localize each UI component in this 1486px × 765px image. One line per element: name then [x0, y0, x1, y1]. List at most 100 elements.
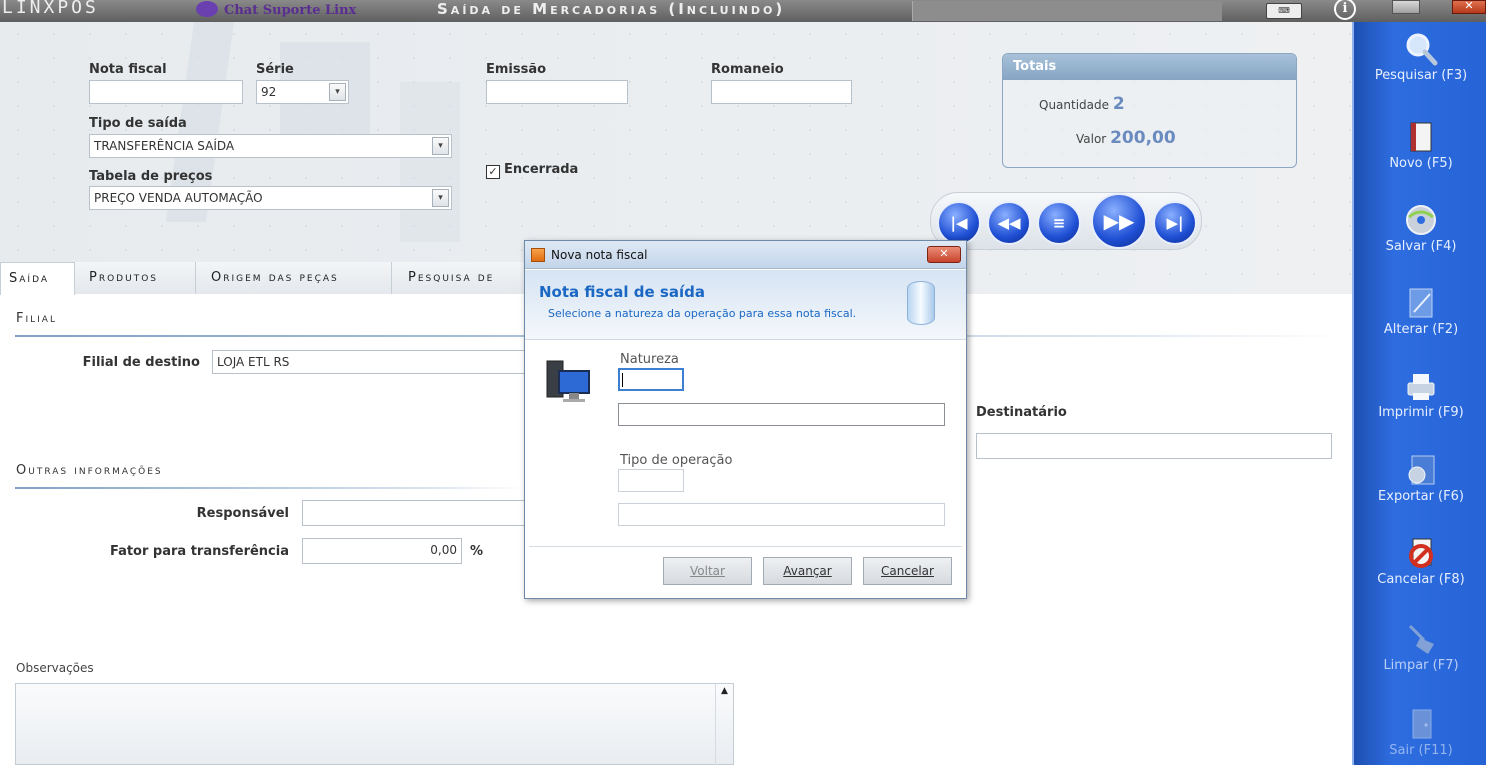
salvar-button[interactable]: Salvar (F4): [1354, 203, 1486, 254]
window-title: Saída de Mercadorias (Incluindo): [437, 0, 786, 18]
natureza-label: Natureza: [620, 352, 679, 367]
outras-divider: [15, 487, 525, 489]
filial-destino-input[interactable]: LOJA ETL RS: [212, 350, 526, 374]
chevron-down-icon[interactable]: ▾: [432, 189, 449, 207]
dialog-heading: Nota fiscal de saída: [539, 283, 705, 301]
natureza-description-input[interactable]: [618, 403, 945, 426]
nota-fiscal-input[interactable]: [89, 80, 243, 104]
destinatario-input[interactable]: [976, 433, 1332, 459]
tabela-precos-select[interactable]: PREÇO VENDA AUTOMAÇÃO ▾: [89, 186, 452, 210]
limpar-button[interactable]: Limpar (F7): [1354, 622, 1486, 673]
pesquisar-label: Pesquisar (F3): [1374, 68, 1468, 83]
sair-button[interactable]: Sair (F11): [1354, 707, 1486, 758]
previous-record-icon[interactable]: ◀◀: [987, 201, 1031, 245]
broom-icon: [1408, 624, 1434, 654]
quantidade-label: Quantidade: [1039, 98, 1110, 112]
filial-section-title: Filial: [16, 311, 57, 326]
checkbox-checked-icon[interactable]: ✓: [486, 165, 500, 179]
tab-pesquisa[interactable]: Pesquisa de: [392, 262, 530, 294]
tabela-precos-value: PREÇO VENDA AUTOMAÇÃO: [94, 191, 263, 205]
close-window-button[interactable]: ✕: [1452, 0, 1486, 14]
valor-label: Valor: [1076, 132, 1107, 146]
imprimir-button[interactable]: Imprimir (F9): [1354, 369, 1486, 420]
limpar-label: Limpar (F7): [1383, 658, 1459, 673]
salvar-label: Salvar (F4): [1385, 239, 1457, 254]
edit-icon: [1409, 288, 1433, 318]
nova-nota-fiscal-dialog: Nova nota fiscal ✕ Nota fiscal de saída …: [524, 240, 967, 599]
tab-produtos[interactable]: Produtos: [75, 262, 196, 294]
observacoes-textarea[interactable]: ▲: [15, 683, 734, 765]
emissao-label: Emissão: [486, 62, 547, 77]
tipo-operacao-label: Tipo de operação: [620, 453, 733, 468]
voltar-button[interactable]: Voltar: [663, 557, 752, 585]
encerrada-checkbox[interactable]: ✓ Encerrada: [486, 162, 578, 179]
dialog-close-button[interactable]: ✕: [927, 246, 961, 263]
emissao-input[interactable]: [486, 80, 628, 104]
alterar-button[interactable]: Alterar (F2): [1354, 286, 1486, 337]
serie-value: 92: [261, 85, 277, 99]
natureza-code-input[interactable]: [618, 368, 684, 391]
export-icon: [1408, 455, 1435, 485]
tipo-operacao-code-input[interactable]: [618, 469, 684, 492]
tipo-saida-value: TRANSFERÊNCIA SAÍDA: [94, 139, 235, 153]
cancelar-button[interactable]: Cancelar (F8): [1354, 536, 1486, 587]
pesquisar-button[interactable]: Pesquisar (F3): [1354, 32, 1486, 83]
alterar-label: Alterar (F2): [1383, 322, 1459, 337]
fator-unit: %: [470, 544, 484, 559]
disc-save-icon: [1406, 205, 1436, 235]
fator-transferencia-input[interactable]: 0,00: [302, 538, 462, 564]
tabela-precos-label: Tabela de preços: [89, 169, 213, 184]
romaneio-label: Romaneio: [711, 62, 784, 77]
outras-section-title: Outras informações: [16, 463, 163, 478]
app-logo: LINXPOS: [2, 0, 99, 18]
dialog-subheading: Selecione a natureza da operação para es…: [548, 307, 857, 320]
printer-icon: [1407, 374, 1435, 400]
encerrada-label: Encerrada: [504, 162, 579, 177]
minimize-button[interactable]: [1392, 0, 1420, 14]
cancel-icon: [1409, 538, 1433, 568]
valor-value: 200,00: [1110, 128, 1176, 148]
quantidade-value: 2: [1112, 94, 1125, 114]
info-icon[interactable]: i: [1334, 0, 1356, 20]
last-record-icon[interactable]: ▶|: [1153, 201, 1197, 245]
responsavel-input[interactable]: [302, 500, 526, 526]
database-cylinder-icon: [907, 281, 935, 325]
tipo-saida-label: Tipo de saída: [89, 116, 187, 131]
fator-transferencia-label: Fator para transferência: [109, 544, 289, 559]
tab-saida[interactable]: Saída: [0, 262, 75, 295]
nota-fiscal-label: Nota fiscal: [89, 62, 167, 77]
next-record-icon[interactable]: ▶▶: [1091, 193, 1147, 249]
exportar-label: Exportar (F6): [1378, 489, 1464, 504]
dialog-title-bar: Nova nota fiscal ✕: [525, 241, 966, 269]
chevron-down-icon[interactable]: ▾: [432, 137, 449, 155]
exportar-button[interactable]: Exportar (F6): [1354, 453, 1486, 504]
imprimir-label: Imprimir (F9): [1378, 405, 1464, 420]
chat-support-link[interactable]: Chat Suporte Linx: [196, 1, 356, 18]
list-records-icon[interactable]: ≡: [1037, 201, 1081, 245]
serie-select[interactable]: 92 ▾: [256, 80, 349, 104]
romaneio-input[interactable]: [711, 80, 852, 104]
tab-origem-pecas[interactable]: Origem das peças: [196, 262, 392, 294]
chevron-down-icon[interactable]: ▾: [329, 83, 346, 101]
filial-destino-label: Filial de destino: [82, 355, 200, 370]
avancar-button[interactable]: Avançar: [763, 557, 852, 585]
chat-support-label: Chat Suporte Linx: [224, 3, 357, 18]
cancelar-label: Cancelar (F8): [1377, 572, 1465, 587]
tipo-operacao-description-input[interactable]: [618, 503, 945, 526]
novo-label: Novo (F5): [1389, 156, 1453, 171]
tab-bar: Saída Produtos Origem das peças Pesquisa…: [0, 262, 530, 295]
tipo-saida-select[interactable]: TRANSFERÊNCIA SAÍDA ▾: [89, 134, 452, 158]
responsavel-label: Responsável: [196, 506, 289, 521]
observacoes-label: Observações: [16, 661, 94, 675]
scroll-up-icon[interactable]: ▲: [715, 684, 733, 765]
first-record-icon[interactable]: |◀: [937, 201, 981, 245]
dialog-header: Nota fiscal de saída Selecione a naturez…: [525, 270, 966, 340]
totais-panel: Totais Quantidade 2 Valor 200,00: [1002, 53, 1297, 168]
serie-label: Série: [256, 62, 294, 77]
novo-button[interactable]: Novo (F5): [1354, 120, 1486, 171]
sair-label: Sair (F11): [1389, 743, 1453, 758]
dialog-cancelar-button[interactable]: Cancelar: [863, 557, 952, 585]
title-search-field[interactable]: [912, 1, 1222, 21]
app-window-icon: [531, 248, 545, 262]
keyboard-icon[interactable]: ⌨: [1266, 3, 1302, 19]
